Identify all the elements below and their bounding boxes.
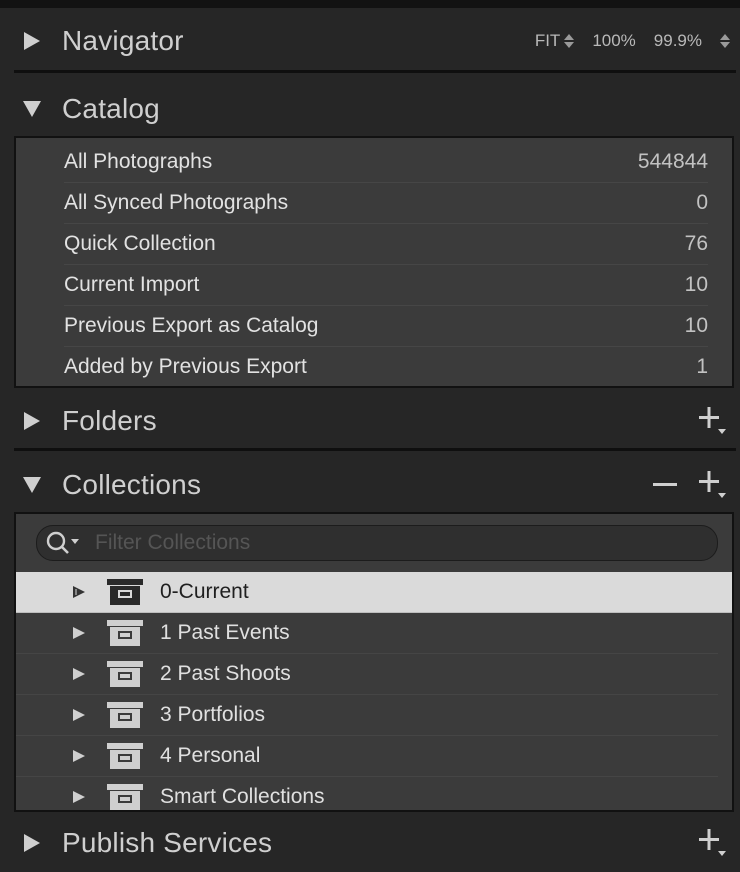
publish-services-title: Publish Services <box>62 827 273 858</box>
catalog-item-label: Quick Collection <box>64 232 216 255</box>
triangle-right-icon[interactable] <box>72 749 86 763</box>
collection-label: 1 Past Events <box>160 621 290 644</box>
zoom-100-option[interactable]: 100% <box>592 31 635 51</box>
catalog-item-count: 544844 <box>637 150 708 173</box>
catalog-item-previous-export-as-catalog[interactable]: Previous Export as Catalog 10 <box>64 306 708 347</box>
catalog-item-count: 76 <box>684 232 708 255</box>
navigator-title: Navigator <box>62 25 184 56</box>
catalog-item-added-by-previous-export[interactable]: Added by Previous Export 1 <box>64 347 708 387</box>
catalog-item-quick-collection[interactable]: Quick Collection 76 <box>64 224 708 265</box>
catalog-title: Catalog <box>62 93 160 124</box>
filter-bar <box>16 514 732 572</box>
collection-label: 4 Personal <box>160 744 261 767</box>
catalog-item-label: All Synced Photographs <box>64 191 289 214</box>
catalog-item-count: 0 <box>696 191 708 214</box>
collection-set-box-icon <box>107 702 143 728</box>
collection-set-1-past-events[interactable]: 1 Past Events <box>16 613 718 654</box>
catalog-item-current-import[interactable]: Current Import 10 <box>64 265 708 306</box>
catalog-item-label: Previous Export as Catalog <box>64 314 319 337</box>
filter-collections-field[interactable] <box>36 525 718 561</box>
collection-set-box-icon <box>107 661 143 687</box>
collection-set-box-icon <box>107 743 143 769</box>
catalog-item-all-synced-photographs[interactable]: All Synced Photographs 0 <box>64 183 708 224</box>
triangle-right-icon[interactable] <box>22 31 42 51</box>
remove-collection-button[interactable] <box>648 468 682 502</box>
triangle-down-icon[interactable] <box>22 475 42 495</box>
search-icon <box>46 531 79 554</box>
plus-icon <box>699 407 726 434</box>
triangle-right-icon[interactable] <box>72 708 86 722</box>
updown-arrows-icon[interactable] <box>564 34 575 48</box>
triangle-down-icon[interactable] <box>22 99 42 119</box>
plus-icon <box>699 471 726 498</box>
catalog-panel-header[interactable]: Catalog <box>14 80 736 138</box>
navigator-zoom-controls: FIT 100% 99.9% <box>535 31 730 51</box>
add-collection-button[interactable] <box>696 468 730 502</box>
plus-icon <box>699 829 726 856</box>
zoom-fit-option[interactable]: FIT <box>535 31 561 51</box>
folders-title: Folders <box>62 405 157 436</box>
panel-separator <box>14 70 736 73</box>
collection-label: 0-Current <box>160 580 249 603</box>
catalog-item-label: Current Import <box>64 273 200 296</box>
collection-label: 3 Portfolios <box>160 703 266 726</box>
triangle-right-icon[interactable] <box>22 411 42 431</box>
window-top-edge <box>0 0 740 8</box>
catalog-item-label: Added by Previous Export <box>64 355 307 378</box>
filter-collections-input[interactable] <box>93 530 597 556</box>
navigator-panel-header[interactable]: Navigator FIT 100% 99.9% <box>14 12 736 70</box>
collection-set-box-icon <box>107 579 143 605</box>
collections-title: Collections <box>62 469 202 500</box>
updown-arrows-icon[interactable] <box>720 34 730 48</box>
collection-set-box-icon <box>107 784 143 810</box>
triangle-right-icon[interactable] <box>22 833 42 853</box>
catalog-item-count: 10 <box>684 273 708 296</box>
collections-panel-header[interactable]: Collections <box>14 456 736 514</box>
catalog-item-count: 10 <box>684 314 708 337</box>
zoom-custom-option[interactable]: 99.9% <box>654 31 702 51</box>
collection-set-3-portfolios[interactable]: 3 Portfolios <box>16 695 718 736</box>
collections-list: 0-Current 1 Past Events 2 Past Shoots 3 … <box>14 512 734 812</box>
minus-icon <box>653 483 677 486</box>
collection-set-smart-collections[interactable]: Smart Collections <box>16 777 718 817</box>
panel-separator <box>14 448 736 451</box>
collection-label: 2 Past Shoots <box>160 662 291 685</box>
catalog-item-count: 1 <box>696 355 708 378</box>
catalog-list: All Photographs 544844 All Synced Photog… <box>14 136 734 388</box>
triangle-right-icon[interactable] <box>72 585 86 599</box>
triangle-right-icon[interactable] <box>72 790 86 804</box>
catalog-item-all-photographs[interactable]: All Photographs 544844 <box>64 142 708 183</box>
publish-services-panel-header[interactable]: Publish Services <box>14 814 736 872</box>
add-folder-button[interactable] <box>696 404 730 438</box>
collection-set-0-current[interactable]: 0-Current <box>16 572 732 613</box>
catalog-item-label: All Photographs <box>64 150 213 173</box>
collection-label: Smart Collections <box>160 785 325 808</box>
triangle-right-icon[interactable] <box>72 626 86 640</box>
folders-panel-header[interactable]: Folders <box>14 392 736 450</box>
collection-set-box-icon <box>107 620 143 646</box>
add-publish-service-button[interactable] <box>696 826 730 860</box>
collection-set-4-personal[interactable]: 4 Personal <box>16 736 718 777</box>
triangle-right-icon[interactable] <box>72 667 86 681</box>
collection-set-2-past-shoots[interactable]: 2 Past Shoots <box>16 654 718 695</box>
